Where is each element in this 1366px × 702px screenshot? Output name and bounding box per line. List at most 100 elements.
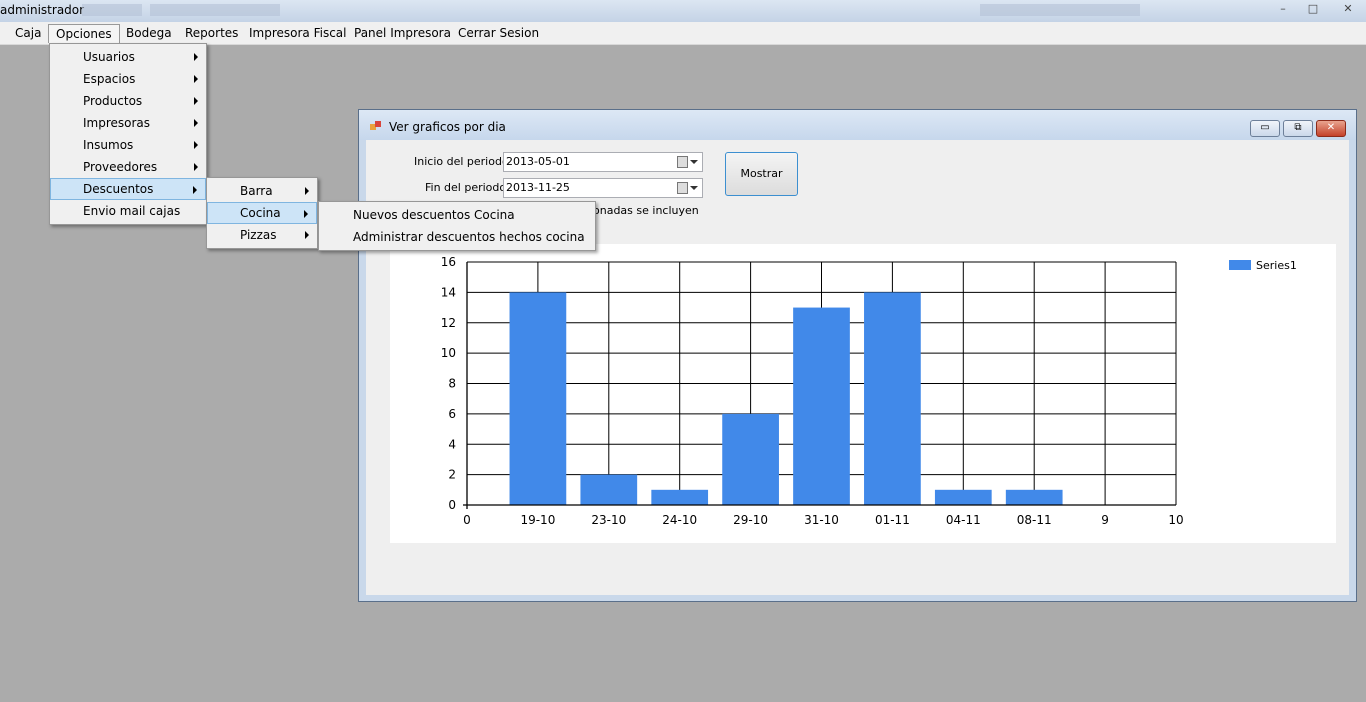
y-axis-labels: 0 2 4 6 8 10 12 14 16: [441, 255, 456, 512]
inicio-label: Inicio del periodo :: [414, 155, 516, 168]
menu-item-label: Productos: [83, 94, 143, 108]
menu-item-label: Usuarios: [83, 50, 135, 64]
menubar: Caja Opciones Bodega Reportes Impresora …: [0, 22, 1366, 45]
menu-item-administrar-descuentos-cocina[interactable]: Administrar descuentos hechos cocina: [319, 226, 595, 248]
chart-bars: [509, 292, 1063, 505]
x-tick-label: 10: [1168, 513, 1183, 527]
bar: [722, 413, 779, 505]
x-tick-label: 08-11: [1017, 513, 1052, 527]
submenu-arrow-icon: [194, 119, 198, 127]
bar: [793, 307, 850, 505]
x-tick-label: 19-10: [520, 513, 555, 527]
menu-item-impresoras[interactable]: Impresoras: [50, 112, 206, 134]
legend-label: Series1: [1256, 259, 1297, 272]
x-axis-labels: 0 19-10 23-10 24-10 29-10 31-10 01-11 04-11 08-1…: [463, 513, 1183, 527]
y-tick-label: 6: [448, 407, 456, 421]
menu-impresora-fiscal[interactable]: Impresora Fiscal: [242, 24, 354, 43]
window-restore-button[interactable]: ⧉: [1283, 120, 1313, 137]
ver-graficos-window: Ver graficos por dia ▭ ⧉ ✕ Inicio del pe…: [358, 109, 1357, 602]
calendar-icon[interactable]: [677, 156, 688, 168]
chevron-down-icon[interactable]: [690, 160, 698, 164]
close-icon[interactable]: ✕: [1335, 2, 1361, 18]
inicio-date-picker[interactable]: 2013-05-01: [503, 152, 703, 172]
menu-opciones[interactable]: Opciones: [48, 24, 120, 43]
app-title: administrador: [0, 3, 85, 17]
menu-cerrar-sesion[interactable]: Cerrar Sesion: [451, 24, 546, 43]
minimize-icon[interactable]: –: [1270, 2, 1296, 18]
y-tick-label: 4: [448, 437, 456, 451]
submenu-arrow-icon: [193, 186, 197, 194]
menu-item-label: Espacios: [83, 72, 136, 86]
submenu-arrow-icon: [194, 97, 198, 105]
menu-item-insumos[interactable]: Insumos: [50, 134, 206, 156]
x-tick-label: 04-11: [946, 513, 981, 527]
chart-legend: Series1: [1229, 259, 1297, 272]
submenu-arrow-icon: [194, 75, 198, 83]
bar: [934, 489, 992, 505]
window-title-bar: Ver graficos por dia ▭ ⧉ ✕: [359, 110, 1356, 140]
y-tick-label: 10: [441, 346, 456, 360]
menu-item-label: Barra: [240, 184, 273, 198]
submenu-arrow-icon: [305, 231, 309, 239]
menu-item-barra[interactable]: Barra: [207, 180, 317, 202]
y-tick-label: 14: [441, 285, 456, 299]
blurred-title-text: [150, 4, 280, 16]
menu-reportes[interactable]: Reportes: [178, 24, 245, 43]
menu-item-label: Impresoras: [83, 116, 151, 130]
x-tick-label: 29-10: [733, 513, 768, 527]
y-tick-label: 2: [448, 468, 456, 482]
bar: [1005, 489, 1063, 505]
fin-label: Fin del periodo :: [425, 181, 514, 194]
x-tick-label: 24-10: [662, 513, 697, 527]
fin-date-picker[interactable]: 2013-11-25: [503, 178, 703, 198]
menu-item-productos[interactable]: Productos: [50, 90, 206, 112]
x-tick-label: 23-10: [591, 513, 626, 527]
window-minimize-button[interactable]: ▭: [1250, 120, 1280, 137]
app-title-bar: administrador – □ ✕: [0, 0, 1366, 22]
menu-item-label: Insumos: [83, 138, 134, 152]
y-tick-label: 8: [448, 377, 456, 391]
bar: [580, 474, 638, 505]
menu-item-pizzas[interactable]: Pizzas: [207, 224, 317, 246]
window-close-button[interactable]: ✕: [1316, 120, 1346, 137]
calendar-icon[interactable]: [677, 182, 688, 194]
x-tick-label: 9: [1101, 513, 1109, 527]
mostrar-button[interactable]: Mostrar: [725, 152, 798, 196]
submenu-arrow-icon: [194, 53, 198, 61]
bar: [651, 489, 709, 505]
chart-area: 0 2 4 6 8 10 12 14 16 0 19-10 23-10 24-10 29-10 31-10…: [390, 244, 1336, 543]
maximize-icon[interactable]: □: [1300, 2, 1326, 18]
x-tick-label: 31-10: [804, 513, 839, 527]
bar-chart: 0 2 4 6 8 10 12 14 16 0 19-10 23-10 24-10 29-10 31-10…: [441, 255, 1297, 527]
blurred-title-text: [980, 4, 1140, 16]
menu-item-label: Proveedores: [83, 160, 158, 174]
menu-item-usuarios[interactable]: Usuarios: [50, 46, 206, 68]
menu-item-label: Pizzas: [240, 228, 277, 242]
submenu-arrow-icon: [304, 210, 308, 218]
menu-item-envio-mail-cajas[interactable]: Envio mail cajas: [50, 200, 206, 222]
chevron-down-icon[interactable]: [690, 186, 698, 190]
menu-caja[interactable]: Caja: [8, 24, 48, 43]
bar: [864, 292, 921, 505]
menu-panel-impresora[interactable]: Panel Impresora: [347, 24, 458, 43]
menu-item-proveedores[interactable]: Proveedores: [50, 156, 206, 178]
menu-item-label: Descuentos: [83, 182, 154, 196]
y-tick-label: 12: [441, 316, 456, 330]
fin-date-value: 2013-11-25: [506, 181, 570, 194]
blurred-title-text: [82, 4, 142, 16]
menu-item-espacios[interactable]: Espacios: [50, 68, 206, 90]
menu-item-nuevos-descuentos-cocina[interactable]: Nuevos descuentos Cocina: [319, 204, 595, 226]
x-tick-label: 0: [463, 513, 471, 527]
menu-item-cocina[interactable]: Cocina: [207, 202, 317, 224]
menu-bodega[interactable]: Bodega: [119, 24, 179, 43]
window-title: Ver graficos por dia: [389, 120, 506, 134]
x-tick-label: 01-11: [875, 513, 910, 527]
submenu-arrow-icon: [305, 187, 309, 195]
note-text: onadas se incluyen: [593, 204, 699, 217]
legend-swatch: [1229, 260, 1251, 270]
descuentos-submenu: Barra Cocina Pizzas: [206, 177, 318, 249]
opciones-menu: Usuarios Espacios Productos Impresoras I…: [49, 43, 207, 225]
menu-item-descuentos[interactable]: Descuentos: [50, 178, 206, 200]
inicio-date-value: 2013-05-01: [506, 155, 570, 168]
y-tick-label: 0: [448, 498, 456, 512]
